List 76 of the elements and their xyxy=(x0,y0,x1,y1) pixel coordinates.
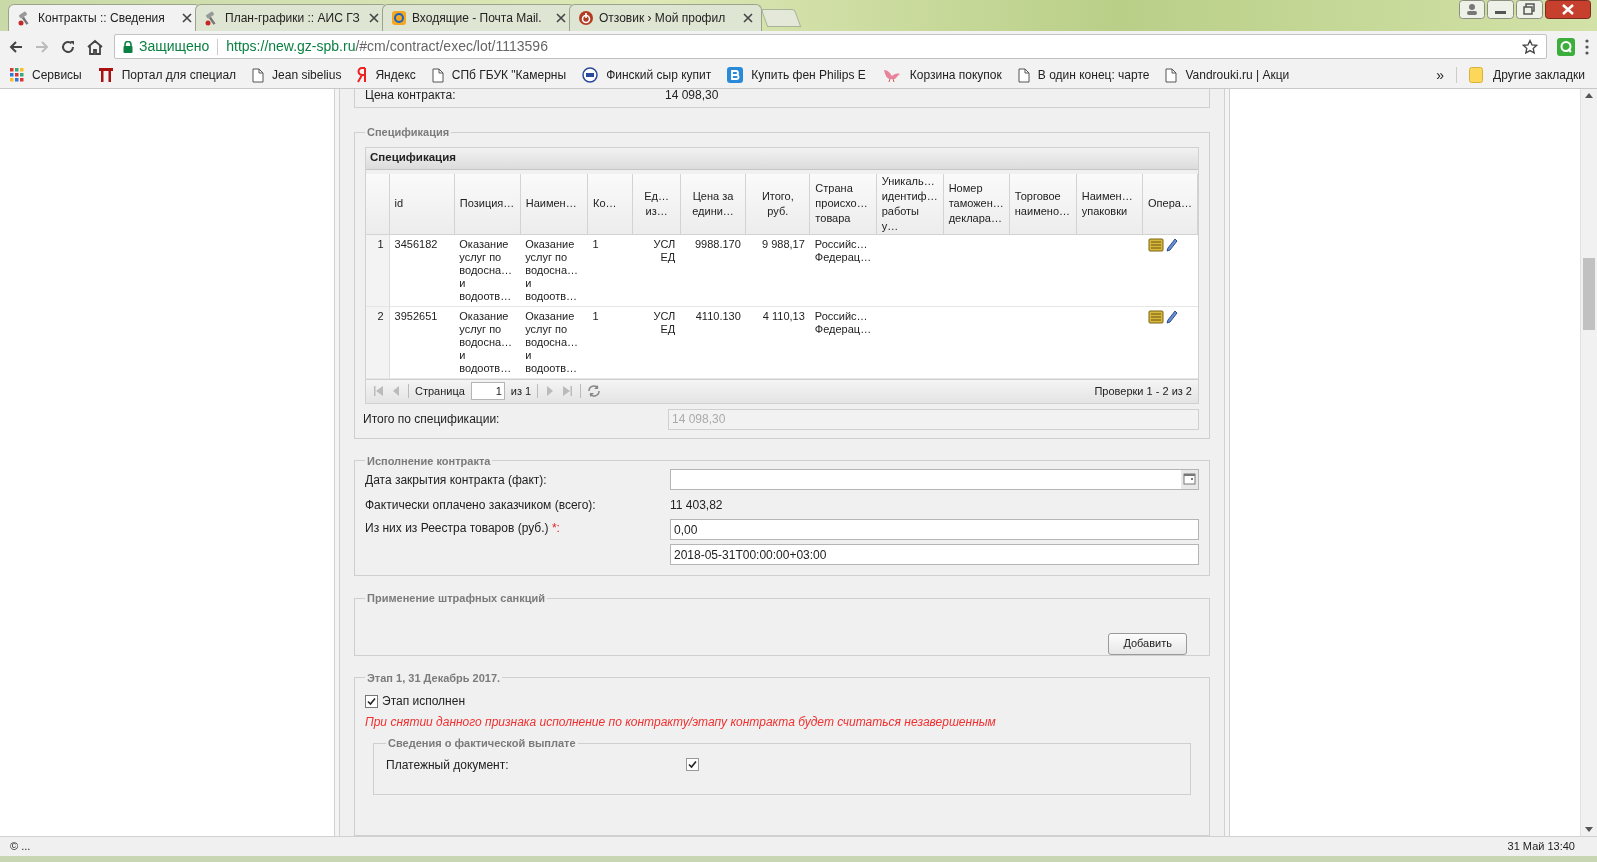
table-cell: УСЛ ЕД xyxy=(632,234,681,306)
url-text: https://new.gz-spb.ru/#cm/contract/exec/lot/1113596 xyxy=(226,37,548,56)
checkbox-label: Этап исполнен xyxy=(382,693,466,710)
tab-title: План-графики :: АИС ГЗ xyxy=(225,10,361,27)
section-legend: Сведения о фактической выплате xyxy=(386,735,578,752)
pager-label: Страница xyxy=(415,383,465,399)
table-cell: 9988.170 xyxy=(680,234,746,306)
address-bar[interactable]: Защищено https://new.gz-spb.ru/#cm/contract/exec/lot/1113596 xyxy=(114,34,1547,59)
tab-title: Отзовик › Мой профил xyxy=(599,10,727,27)
table-cell: Российс… Федерац… xyxy=(809,306,877,378)
status-text: 31 Май 13:40 xyxy=(1507,839,1575,855)
column-header[interactable]: Наимен… xyxy=(520,173,588,234)
more-bookmarks-button[interactable]: » xyxy=(1436,64,1445,86)
section-legend: Этап 1, 31 Декабрь 2017. xyxy=(365,669,503,686)
bookmark[interactable]: Корзина покупок xyxy=(879,66,1004,84)
bookmark[interactable]: Яндекс xyxy=(355,66,418,84)
column-header[interactable]: id xyxy=(389,173,455,234)
field-label: Цена контракта: xyxy=(365,89,457,104)
table-cell: 1 xyxy=(587,234,633,306)
column-header[interactable]: Позиция… xyxy=(454,173,521,234)
table-cell: 4110.130 xyxy=(680,306,746,378)
bookmark[interactable]: Vandrouki.ru | Акци xyxy=(1163,66,1292,84)
tab-title: Входящие - Почта Mail. xyxy=(412,10,543,27)
column-header[interactable]: Опера… xyxy=(1142,173,1198,234)
field-label: Платежный документ: xyxy=(386,756,510,774)
warning-text: При снятии данного признака исполнение по контракту/этапу контракта будет считаться незавершенным xyxy=(365,714,997,731)
bookmark[interactable]: Купить фен Philips E xyxy=(725,66,868,84)
input-field[interactable]: 0,00 xyxy=(670,519,1199,540)
input-field[interactable]: 2018-05-31T00:00:00+03:00 xyxy=(670,544,1199,565)
row-number: 2 xyxy=(366,306,390,378)
table-cell: Российс… Федерац… xyxy=(809,234,877,306)
secure-label: Защищено xyxy=(139,37,210,56)
pager-summary: Проверки 1 - 2 из 2 xyxy=(1094,383,1192,399)
table-cell: Оказание услуг по водосна… и водоотв… xyxy=(454,234,521,306)
bookmark[interactable]: Сервисы xyxy=(8,66,84,84)
bookmark[interactable]: Портал для специал xyxy=(95,66,239,84)
section-legend: Спецификация xyxy=(365,124,452,141)
status-text: © ... xyxy=(10,839,31,855)
table-cell: 3456182 xyxy=(389,234,455,306)
table-cell: 3952651 xyxy=(389,306,455,378)
field-label: Дата закрытия контракта (факт): xyxy=(365,472,547,487)
field-value: 11 403,82 xyxy=(670,496,723,514)
total-field: 14 098,30 xyxy=(668,408,1199,430)
table-cell: 9 988,17 xyxy=(745,234,810,306)
column-header[interactable]: Цена за едини… xyxy=(680,173,746,234)
column-header[interactable]: Страна происхо… товара xyxy=(809,173,877,234)
column-header[interactable]: Итого, руб. xyxy=(745,173,810,234)
field-value: 14 098,30 xyxy=(665,89,719,104)
bookmark[interactable]: СПб ГБУК "Камерны xyxy=(429,66,569,84)
table-cell: Оказание услуг по водосна… и водоотв… xyxy=(520,306,588,378)
table-cell: Оказание услуг по водосна… и водоотв… xyxy=(520,234,588,306)
column-header[interactable]: Номер таможен… деклара… xyxy=(943,173,1010,234)
add-button[interactable]: Добавить xyxy=(1108,632,1187,655)
column-header[interactable]: Уникаль… идентиф… работы у… xyxy=(876,173,944,234)
column-header[interactable]: Торговое наимено… xyxy=(1009,173,1077,234)
column-header[interactable]: Ко… xyxy=(587,173,633,234)
table-cell: УСЛ ЕД xyxy=(632,306,681,378)
pager-label: из 1 xyxy=(510,383,532,399)
table-cell: 4 110,13 xyxy=(745,306,810,378)
tab-title: Контракты :: Сведения xyxy=(38,10,166,27)
column-header[interactable]: Ед… из… xyxy=(632,173,681,234)
page-number-field[interactable]: 1 xyxy=(470,382,505,400)
bookmark[interactable]: В один конец: чарте xyxy=(1015,66,1152,84)
table-cell: 1 xyxy=(587,306,633,378)
browser-tab[interactable]: Отзовик › Мой профил xyxy=(569,4,762,31)
row-number: 1 xyxy=(366,234,390,306)
section-legend: Применение штрафных санкций xyxy=(365,590,548,607)
bookmark[interactable]: Финский сыр купит xyxy=(580,66,714,84)
column-header[interactable]: Наимен… упаковки xyxy=(1076,173,1143,234)
field-label: Фактически оплачено заказчиком (всего): xyxy=(365,497,596,512)
field-label: Итого по спецификации: xyxy=(363,411,501,428)
table-cell: Оказание услуг по водосна… и водоотв… xyxy=(454,306,521,378)
bookmark-folder[interactable]: Другие закладки xyxy=(1469,66,1585,84)
field-label: Из них из Реестра товаров (руб.) *: xyxy=(365,521,560,535)
section-legend: Исполнение контракта xyxy=(365,452,493,469)
bookmark[interactable]: Jean sibelius xyxy=(250,66,344,84)
